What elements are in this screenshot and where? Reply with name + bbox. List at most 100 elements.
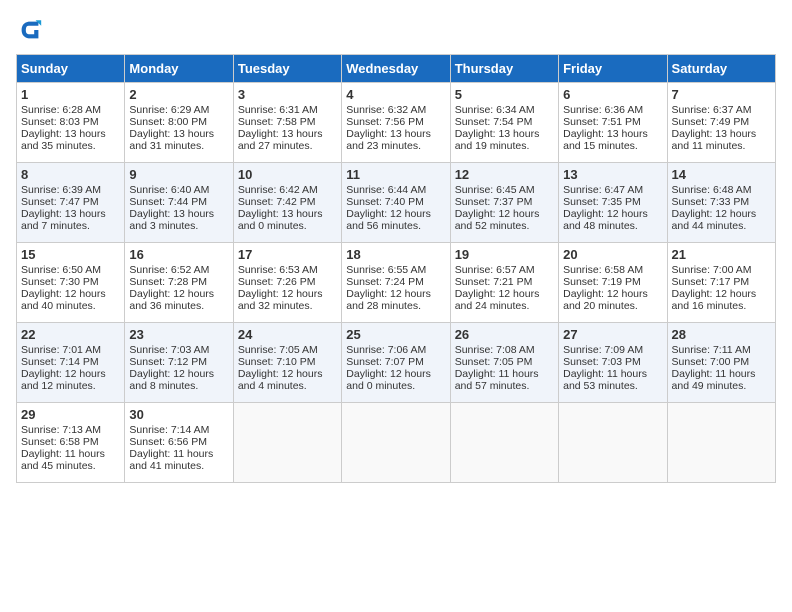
sunset-text: Sunset: 6:58 PM [21,436,99,448]
day-number: 28 [672,327,771,342]
sunset-text: Sunset: 7:17 PM [672,276,750,288]
sunrise-text: Sunrise: 7:06 AM [346,344,426,356]
col-header-tuesday: Tuesday [233,55,341,83]
calendar-table: SundayMondayTuesdayWednesdayThursdayFrid… [16,54,776,483]
daylight-text: Daylight: 13 hours and 27 minutes. [238,128,323,152]
sunset-text: Sunset: 7:58 PM [238,116,316,128]
sunset-text: Sunset: 7:56 PM [346,116,424,128]
sunset-text: Sunset: 7:44 PM [129,196,207,208]
sunset-text: Sunset: 7:00 PM [672,356,750,368]
sunrise-text: Sunrise: 6:55 AM [346,264,426,276]
daylight-text: Daylight: 11 hours and 45 minutes. [21,448,105,472]
sunrise-text: Sunrise: 7:13 AM [21,424,101,436]
day-number: 11 [346,167,445,182]
calendar-cell: 4 Sunrise: 6:32 AMSunset: 7:56 PMDaylight… [342,83,450,163]
sunrise-text: Sunrise: 6:57 AM [455,264,535,276]
calendar-cell: 13Sunrise: 6:47 AMSunset: 7:35 PMDayligh… [559,163,667,243]
calendar-cell: 9Sunrise: 6:40 AMSunset: 7:44 PMDaylight… [125,163,233,243]
calendar-cell: 3Sunrise: 6:31 AMSunset: 7:58 PMDaylight… [233,83,341,163]
daylight-text: Daylight: 11 hours and 41 minutes. [129,448,213,472]
daylight-text: Daylight: 11 hours and 53 minutes. [563,368,647,392]
day-number: 7 [672,87,771,102]
calendar-week-row: 1Sunrise: 6:28 AMSunset: 8:03 PMDaylight… [17,83,776,163]
calendar-week-row: 15Sunrise: 6:50 AMSunset: 7:30 PMDayligh… [17,243,776,323]
daylight-text: Daylight: 13 hours and 0 minutes. [238,208,323,232]
sunrise-text: Sunrise: 6:52 AM [129,264,209,276]
sunset-text: Sunset: 7:49 PM [672,116,750,128]
calendar-header-row: SundayMondayTuesdayWednesdayThursdayFrid… [17,55,776,83]
day-number: 19 [455,247,554,262]
sunset-text: Sunset: 7:42 PM [238,196,316,208]
day-number: 29 [21,407,120,422]
sunset-text: Sunset: 7:07 PM [346,356,424,368]
day-number: 30 [129,407,228,422]
logo [16,16,48,44]
calendar-cell [667,403,775,483]
sunset-text: Sunset: 6:56 PM [129,436,207,448]
sunset-text: Sunset: 7:26 PM [238,276,316,288]
day-number: 13 [563,167,662,182]
daylight-text: Daylight: 12 hours and 36 minutes. [129,288,214,312]
sunrise-text: Sunrise: 6:37 AM [672,104,752,116]
calendar-cell: 21Sunrise: 7:00 AMSunset: 7:17 PMDayligh… [667,243,775,323]
calendar-cell: 20Sunrise: 6:58 AMSunset: 7:19 PMDayligh… [559,243,667,323]
day-number: 1 [21,87,120,102]
logo-icon [16,16,44,44]
sunset-text: Sunset: 7:03 PM [563,356,641,368]
daylight-text: Daylight: 12 hours and 8 minutes. [129,368,214,392]
daylight-text: Daylight: 13 hours and 31 minutes. [129,128,214,152]
daylight-text: Daylight: 12 hours and 40 minutes. [21,288,106,312]
sunrise-text: Sunrise: 6:47 AM [563,184,643,196]
sunset-text: Sunset: 7:54 PM [455,116,533,128]
sunrise-text: Sunrise: 7:09 AM [563,344,643,356]
sunrise-text: Sunrise: 6:32 AM [346,104,426,116]
day-number: 3 [238,87,337,102]
calendar-cell: 6Sunrise: 6:36 AMSunset: 7:51 PMDaylight… [559,83,667,163]
calendar-cell: 30 Sunrise: 7:14 AMSunset: 6:56 PMDayligh… [125,403,233,483]
day-number: 10 [238,167,337,182]
sunrise-text: Sunrise: 7:01 AM [21,344,101,356]
sunset-text: Sunset: 7:40 PM [346,196,424,208]
sunrise-text: Sunrise: 7:14 AM [129,424,209,436]
col-header-friday: Friday [559,55,667,83]
day-number: 18 [346,247,445,262]
calendar-week-row: 29Sunrise: 7:13 AMSunset: 6:58 PMDayligh… [17,403,776,483]
calendar-cell: 12Sunrise: 6:45 AMSunset: 7:37 PMDayligh… [450,163,558,243]
col-header-saturday: Saturday [667,55,775,83]
sunrise-text: Sunrise: 7:08 AM [455,344,535,356]
daylight-text: Daylight: 12 hours and 48 minutes. [563,208,648,232]
calendar-cell: 10Sunrise: 6:42 AMSunset: 7:42 PMDayligh… [233,163,341,243]
daylight-text: Daylight: 12 hours and 16 minutes. [672,288,757,312]
daylight-text: Daylight: 12 hours and 0 minutes. [346,368,431,392]
sunrise-text: Sunrise: 7:11 AM [672,344,751,356]
calendar-cell: 26Sunrise: 7:08 AMSunset: 7:05 PMDayligh… [450,323,558,403]
calendar-cell [342,403,450,483]
sunrise-text: Sunrise: 6:39 AM [21,184,101,196]
calendar-cell: 28Sunrise: 7:11 AMSunset: 7:00 PMDayligh… [667,323,775,403]
daylight-text: Daylight: 13 hours and 23 minutes. [346,128,431,152]
calendar-cell: 1Sunrise: 6:28 AMSunset: 8:03 PMDaylight… [17,83,125,163]
header [16,16,776,44]
sunset-text: Sunset: 7:28 PM [129,276,207,288]
daylight-text: Daylight: 13 hours and 15 minutes. [563,128,648,152]
sunset-text: Sunset: 7:05 PM [455,356,533,368]
sunrise-text: Sunrise: 7:05 AM [238,344,318,356]
sunrise-text: Sunrise: 7:03 AM [129,344,209,356]
daylight-text: Daylight: 12 hours and 56 minutes. [346,208,431,232]
day-number: 6 [563,87,662,102]
sunrise-text: Sunrise: 6:34 AM [455,104,535,116]
calendar-cell: 25Sunrise: 7:06 AMSunset: 7:07 PMDayligh… [342,323,450,403]
calendar-cell [559,403,667,483]
calendar-cell [450,403,558,483]
sunset-text: Sunset: 7:30 PM [21,276,99,288]
sunset-text: Sunset: 7:12 PM [129,356,207,368]
daylight-text: Daylight: 12 hours and 12 minutes. [21,368,106,392]
col-header-wednesday: Wednesday [342,55,450,83]
sunset-text: Sunset: 7:24 PM [346,276,424,288]
day-number: 17 [238,247,337,262]
day-number: 4 [346,87,445,102]
daylight-text: Daylight: 12 hours and 32 minutes. [238,288,323,312]
sunrise-text: Sunrise: 6:53 AM [238,264,318,276]
sunset-text: Sunset: 7:19 PM [563,276,641,288]
day-number: 24 [238,327,337,342]
